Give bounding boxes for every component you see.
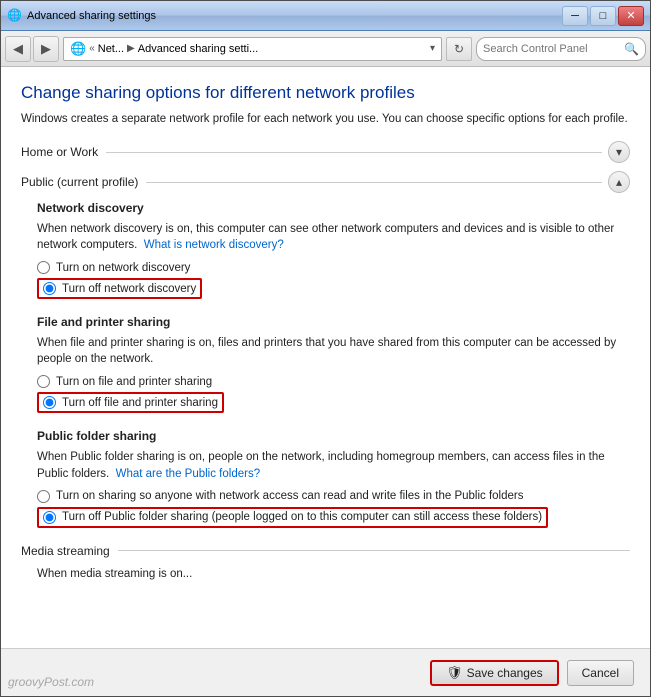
save-icon: 🛡 bbox=[446, 665, 463, 681]
address-bar: ◀ ▶ 🌐 « Net... ▶ Advanced sharing setti.… bbox=[1, 31, 650, 67]
main-window: 🌐 Advanced sharing settings ─ □ ✕ ◀ ▶ 🌐 … bbox=[0, 0, 651, 697]
back-button[interactable]: ◀ bbox=[5, 36, 31, 62]
radio-on-discovery-label: Turn on network discovery bbox=[56, 262, 190, 274]
section-home-work-title: Home or Work bbox=[21, 145, 98, 159]
network-discovery-desc: When network discovery is on, this compu… bbox=[37, 221, 630, 253]
title-bar-controls: ─ □ ✕ bbox=[562, 6, 644, 26]
maximize-button[interactable]: □ bbox=[590, 6, 616, 26]
section-home-work-toggle[interactable]: ▾ bbox=[608, 141, 630, 163]
page-description: Windows creates a separate network profi… bbox=[21, 111, 630, 127]
forward-button[interactable]: ▶ bbox=[33, 36, 59, 62]
path-icon: 🌐 bbox=[70, 41, 86, 57]
search-input[interactable] bbox=[483, 43, 620, 55]
radio-off-discovery-input[interactable] bbox=[43, 282, 56, 295]
title-bar-left: 🌐 Advanced sharing settings bbox=[7, 8, 156, 24]
radio-off-discovery-label: Turn off network discovery bbox=[62, 283, 196, 295]
section-public[interactable]: Public (current profile) ▴ bbox=[21, 171, 630, 193]
nav-buttons: ◀ ▶ bbox=[5, 36, 59, 62]
section-public-title: Public (current profile) bbox=[21, 175, 138, 189]
cancel-button[interactable]: Cancel bbox=[567, 660, 634, 686]
radio-turn-off-printer-highlighted[interactable]: Turn off file and printer sharing bbox=[37, 392, 224, 413]
radio-on-folder-input[interactable] bbox=[37, 490, 50, 503]
cancel-label: Cancel bbox=[582, 666, 619, 680]
path-part-1: Net... bbox=[98, 43, 124, 55]
radio-off-folder-input[interactable] bbox=[43, 511, 56, 524]
radio-on-printer-input[interactable] bbox=[37, 375, 50, 388]
chevron-up-icon: ▴ bbox=[616, 175, 622, 189]
section-media-title: Media streaming bbox=[21, 544, 110, 558]
public-folder-link[interactable]: What are the Public folders? bbox=[116, 468, 260, 480]
section-line-1 bbox=[106, 152, 602, 153]
search-box: 🔍 bbox=[476, 37, 646, 61]
main-panel: Change sharing options for different net… bbox=[1, 67, 650, 648]
path-dropdown-arrow[interactable]: ▾ bbox=[430, 43, 435, 54]
radio-turn-on-discovery[interactable]: Turn on network discovery bbox=[37, 261, 630, 274]
content-area: Change sharing options for different net… bbox=[1, 67, 650, 648]
refresh-button[interactable]: ↻ bbox=[446, 37, 472, 61]
file-printer-title: File and printer sharing bbox=[37, 315, 630, 329]
subsection-network-discovery: Network discovery When network discovery… bbox=[37, 201, 630, 303]
save-changes-button[interactable]: 🛡 Save changes bbox=[430, 660, 559, 686]
radio-off-folder-label: Turn off Public folder sharing (people l… bbox=[62, 511, 542, 523]
radio-turn-on-folder[interactable]: Turn on sharing so anyone with network a… bbox=[37, 490, 630, 503]
radio-turn-on-printer[interactable]: Turn on file and printer sharing bbox=[37, 375, 630, 388]
path-part-2: Advanced sharing setti... bbox=[138, 43, 258, 55]
radio-off-printer-label: Turn off file and printer sharing bbox=[62, 397, 218, 409]
window-title: Advanced sharing settings bbox=[27, 10, 156, 22]
media-desc-partial: When media streaming is on... bbox=[37, 566, 630, 582]
public-folder-title: Public folder sharing bbox=[37, 429, 630, 443]
close-button[interactable]: ✕ bbox=[618, 6, 644, 26]
save-label: Save changes bbox=[467, 666, 543, 680]
path-separator-2: ▶ bbox=[127, 43, 135, 54]
chevron-down-icon: ▾ bbox=[616, 145, 622, 159]
radio-turn-off-folder-highlighted[interactable]: Turn off Public folder sharing (people l… bbox=[37, 507, 548, 528]
network-discovery-title: Network discovery bbox=[37, 201, 630, 215]
radio-off-printer-input[interactable] bbox=[43, 396, 56, 409]
window-icon: 🌐 bbox=[7, 8, 23, 24]
section-media-streaming[interactable]: Media streaming bbox=[21, 544, 630, 558]
radio-turn-off-discovery-highlighted[interactable]: Turn off network discovery bbox=[37, 278, 202, 299]
section-line-3 bbox=[118, 550, 630, 551]
section-line-2 bbox=[146, 182, 602, 183]
watermark: groovyPost.com bbox=[8, 675, 94, 689]
radio-on-folder-label: Turn on sharing so anyone with network a… bbox=[56, 490, 524, 502]
public-folder-desc: When Public folder sharing is on, people… bbox=[37, 449, 630, 481]
address-path[interactable]: 🌐 « Net... ▶ Advanced sharing setti... ▾ bbox=[63, 37, 442, 61]
network-discovery-link[interactable]: What is network discovery? bbox=[144, 239, 284, 251]
minimize-button[interactable]: ─ bbox=[562, 6, 588, 26]
subsection-file-printer: File and printer sharing When file and p… bbox=[37, 315, 630, 417]
file-printer-desc: When file and printer sharing is on, fil… bbox=[37, 335, 630, 367]
search-icon: 🔍 bbox=[624, 42, 639, 56]
section-public-toggle[interactable]: ▴ bbox=[608, 171, 630, 193]
radio-on-discovery-input[interactable] bbox=[37, 261, 50, 274]
title-bar: 🌐 Advanced sharing settings ─ □ ✕ bbox=[1, 1, 650, 31]
section-home-work[interactable]: Home or Work ▾ bbox=[21, 141, 630, 163]
path-separator-1: « bbox=[89, 43, 95, 54]
radio-on-printer-label: Turn on file and printer sharing bbox=[56, 376, 212, 388]
page-title: Change sharing options for different net… bbox=[21, 83, 630, 103]
subsection-media: When media streaming is on... bbox=[37, 566, 630, 582]
bottom-bar: 🛡 Save changes Cancel bbox=[1, 648, 650, 696]
subsection-public-folder: Public folder sharing When Public folder… bbox=[37, 429, 630, 531]
